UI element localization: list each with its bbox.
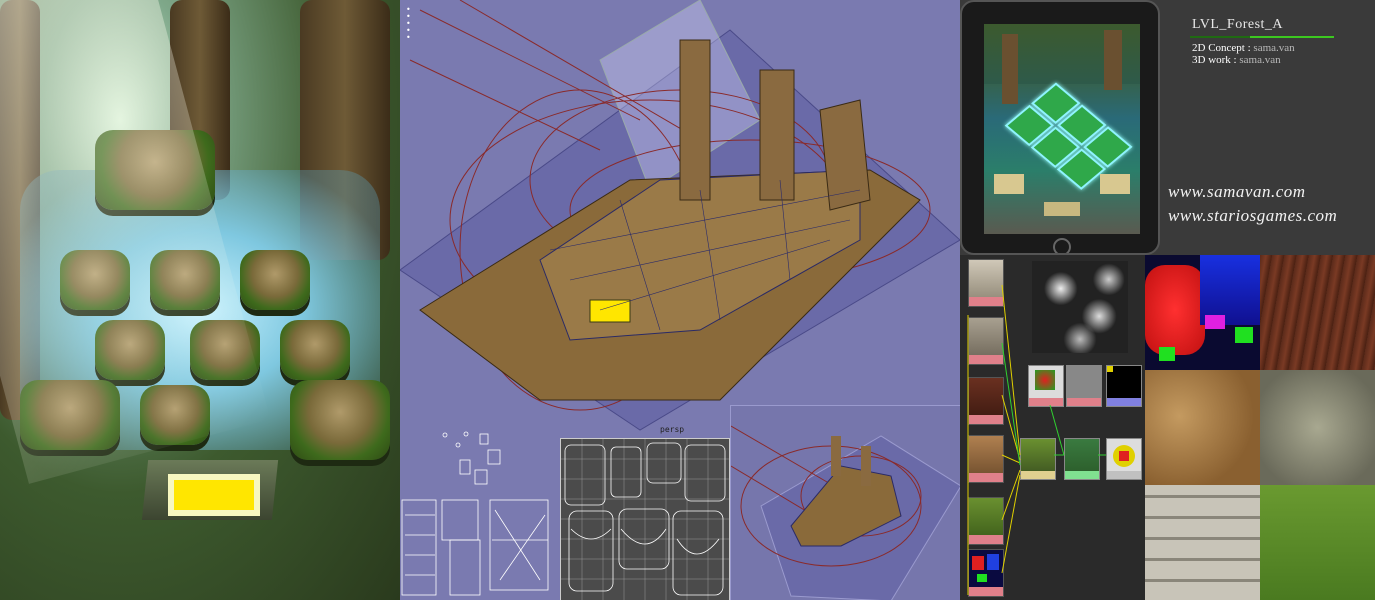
persp-label: persp [660,425,685,434]
uv-wireframe [561,439,729,600]
brick-texture [1145,485,1260,600]
title-underline-dark [1190,36,1250,38]
concept-value: sama.van [1253,42,1295,54]
mask-texture [1145,255,1260,370]
home-button-icon[interactable] [1053,238,1071,253]
ipad-tree [1104,30,1122,90]
url-stariosgames[interactable]: www.stariosgames.com [1168,206,1337,226]
work-value: sama.van [1239,54,1281,66]
concept-credit: 2D Concept : sama.van [1192,42,1295,54]
stone-tile [240,250,310,310]
maya-viewport[interactable]: • • • • • persp [400,0,960,600]
uv-editor-grid[interactable] [560,438,730,600]
uv-layout-left [400,430,560,600]
level-title: LVL_Forest_A [1192,17,1284,32]
gold-plate [168,474,260,516]
ipad-screen [984,24,1140,234]
rock-texture [1260,370,1375,485]
url-samavan[interactable]: www.samavan.com [1168,182,1306,202]
ipad-tree [1002,34,1018,104]
stone-tile [280,320,350,380]
ipad-device [960,0,1160,255]
work-label: 3D work : [1192,54,1237,66]
uv-shells [401,431,549,596]
credits-panel: LVL_Forest_A 2D Concept : sama.van 3D wo… [1160,0,1375,255]
texture-swatches [1145,255,1375,600]
concept-label: 2D Concept : [1192,42,1251,54]
wireframe-scene [400,0,960,431]
dirt-texture [1145,370,1260,485]
stone-block [290,380,390,460]
ipad-stone [1100,174,1130,194]
ipad-stone [994,174,1024,194]
viewport-dots-icon: • • • • • [406,5,411,42]
mini-wireframe [731,425,960,600]
grass-texture [1260,485,1375,600]
work-credit: 3D work : sama.van [1192,54,1281,66]
render-panel [0,0,400,600]
bark-texture [1260,255,1375,370]
node-connections [967,284,1106,595]
hypershade-node-editor[interactable] [960,255,1145,600]
mini-persp-view[interactable] [730,405,960,600]
ipad-pedestal [1044,202,1080,216]
